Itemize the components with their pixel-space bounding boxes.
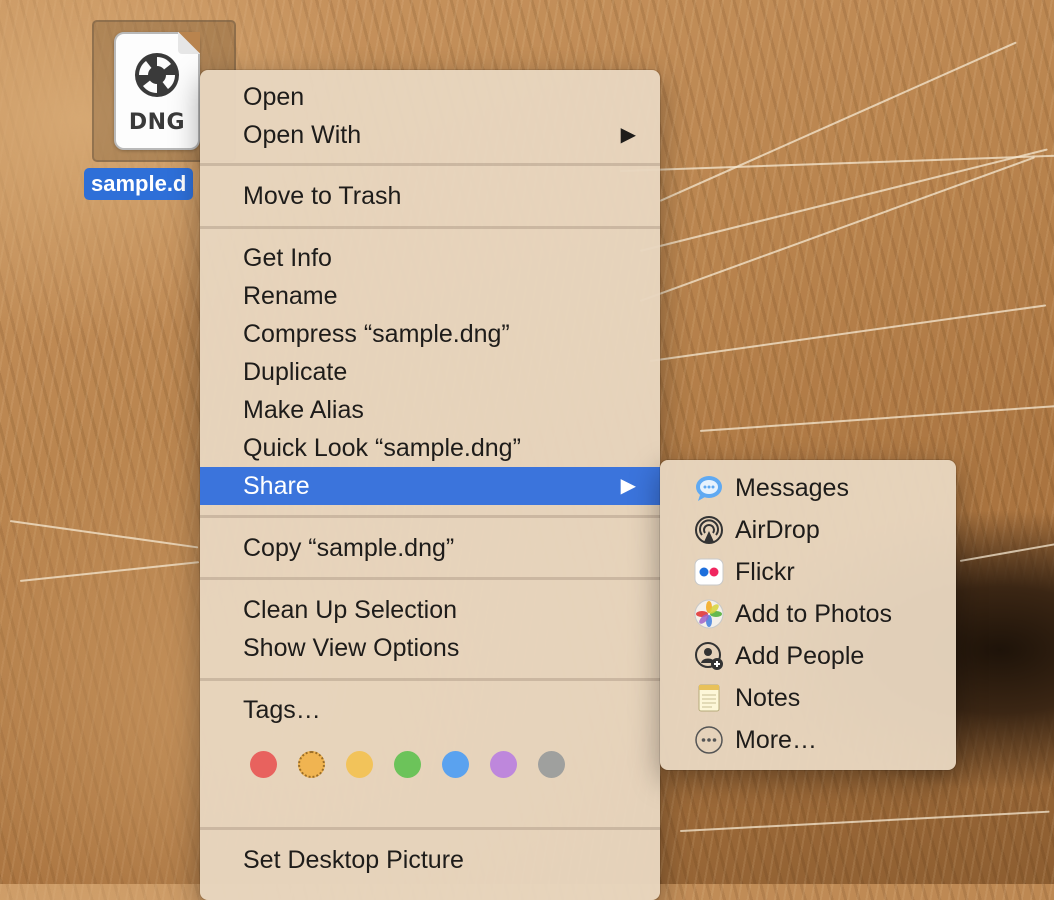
menu-separator xyxy=(200,163,660,166)
menu-item-quick-look[interactable]: Quick Look “sample.dng” xyxy=(200,429,660,467)
menu-item-make-alias[interactable]: Make Alias xyxy=(200,391,660,429)
more-icon xyxy=(695,726,723,754)
tag-green-dot[interactable] xyxy=(394,751,421,778)
file-extension-label: DNG xyxy=(128,110,186,135)
menu-item-label: Open xyxy=(243,83,305,111)
menu-item-label: Show View Options xyxy=(243,634,460,662)
menu-item-clean-up-selection[interactable]: Clean Up Selection xyxy=(200,591,660,629)
tag-gray-dot[interactable] xyxy=(538,751,565,778)
menu-item-duplicate[interactable]: Duplicate xyxy=(200,353,660,391)
share-item-more[interactable]: More… xyxy=(660,719,956,761)
share-item-label: Add to Photos xyxy=(735,600,893,628)
submenu-arrow-icon: ▶ xyxy=(620,124,636,146)
menu-item-label: Share xyxy=(243,472,310,500)
wallpaper-detail xyxy=(679,810,1050,832)
menu-separator xyxy=(200,226,660,229)
menu-item-label: Compress “sample.dng” xyxy=(243,320,510,348)
menu-item-rename[interactable]: Rename xyxy=(200,277,660,315)
share-item-add-to-photos[interactable]: Add to Photos xyxy=(660,593,956,635)
share-item-add-people[interactable]: Add People xyxy=(660,635,956,677)
menu-separator xyxy=(200,577,660,580)
menu-item-set-desktop-picture[interactable]: Set Desktop Picture xyxy=(200,841,660,879)
dng-document-icon[interactable]: DNG xyxy=(114,32,200,150)
menu-separator xyxy=(200,827,660,830)
share-item-label: AirDrop xyxy=(735,516,820,544)
menu-separator xyxy=(200,678,660,681)
notes-icon xyxy=(698,684,720,712)
share-item-label: Flickr xyxy=(735,558,795,586)
menu-item-open-with[interactable]: Open With ▶ xyxy=(200,116,660,154)
tag-blue-dot[interactable] xyxy=(442,751,469,778)
share-item-flickr[interactable]: Flickr xyxy=(660,551,956,593)
share-submenu: Messages AirDrop Flickr Add to Photos Ad… xyxy=(660,460,956,770)
wallpaper-detail xyxy=(649,304,1047,362)
wallpaper-detail xyxy=(9,520,199,549)
tag-yellow-dot[interactable] xyxy=(346,751,373,778)
add-people-icon xyxy=(695,642,723,670)
page-fold xyxy=(178,32,200,54)
menu-item-copy[interactable]: Copy “sample.dng” xyxy=(200,529,660,567)
menu-item-open[interactable]: Open xyxy=(200,78,660,116)
menu-item-label: Clean Up Selection xyxy=(243,596,458,624)
share-item-label: Messages xyxy=(735,474,849,502)
share-item-airdrop[interactable]: AirDrop xyxy=(660,509,956,551)
wallpaper-detail xyxy=(19,561,200,582)
menu-item-tags[interactable]: Tags… xyxy=(200,691,660,729)
context-menu: Open Open With ▶ Move to Trash Get Info … xyxy=(200,70,660,900)
file-name-label[interactable]: sample.d xyxy=(84,168,194,200)
menu-item-label: Set Desktop Picture xyxy=(243,846,464,874)
menu-item-label: Make Alias xyxy=(243,396,364,424)
wallpaper-detail xyxy=(699,404,1054,432)
menu-item-move-to-trash[interactable]: Move to Trash xyxy=(200,177,660,215)
menu-item-label: Get Info xyxy=(243,244,332,272)
share-item-label: Add People xyxy=(735,642,865,670)
menu-item-compress[interactable]: Compress “sample.dng” xyxy=(200,315,660,353)
menu-item-show-view-options[interactable]: Show View Options xyxy=(200,629,660,667)
share-item-messages[interactable]: Messages xyxy=(660,467,956,509)
tag-purple-dot[interactable] xyxy=(490,751,517,778)
flickr-icon xyxy=(694,558,724,586)
menu-item-label: Move to Trash xyxy=(243,182,402,210)
tag-red-dot[interactable] xyxy=(250,751,277,778)
photos-icon xyxy=(694,599,724,629)
menu-item-share[interactable]: Share ▶ xyxy=(200,467,660,505)
airdrop-icon xyxy=(695,516,723,544)
menu-item-label: Tags… xyxy=(243,696,321,724)
menu-item-label: Quick Look “sample.dng” xyxy=(243,434,521,462)
share-item-label: More… xyxy=(735,726,817,754)
menu-item-label: Duplicate xyxy=(243,358,348,386)
menu-item-label: Copy “sample.dng” xyxy=(243,534,455,562)
share-item-label: Notes xyxy=(735,684,801,712)
share-item-notes[interactable]: Notes xyxy=(660,677,956,719)
camera-aperture-icon xyxy=(135,53,179,97)
menu-item-label: Open With xyxy=(243,121,362,149)
wallpaper-detail xyxy=(659,41,1017,202)
submenu-arrow-icon: ▶ xyxy=(620,475,636,497)
wallpaper-detail xyxy=(959,542,1054,562)
wallpaper-detail xyxy=(639,156,1036,302)
tag-orange-dot[interactable] xyxy=(298,751,325,778)
menu-item-label: Rename xyxy=(243,282,338,310)
menu-item-get-info[interactable]: Get Info xyxy=(200,239,660,277)
menu-separator xyxy=(200,515,660,518)
messages-icon xyxy=(696,476,722,501)
